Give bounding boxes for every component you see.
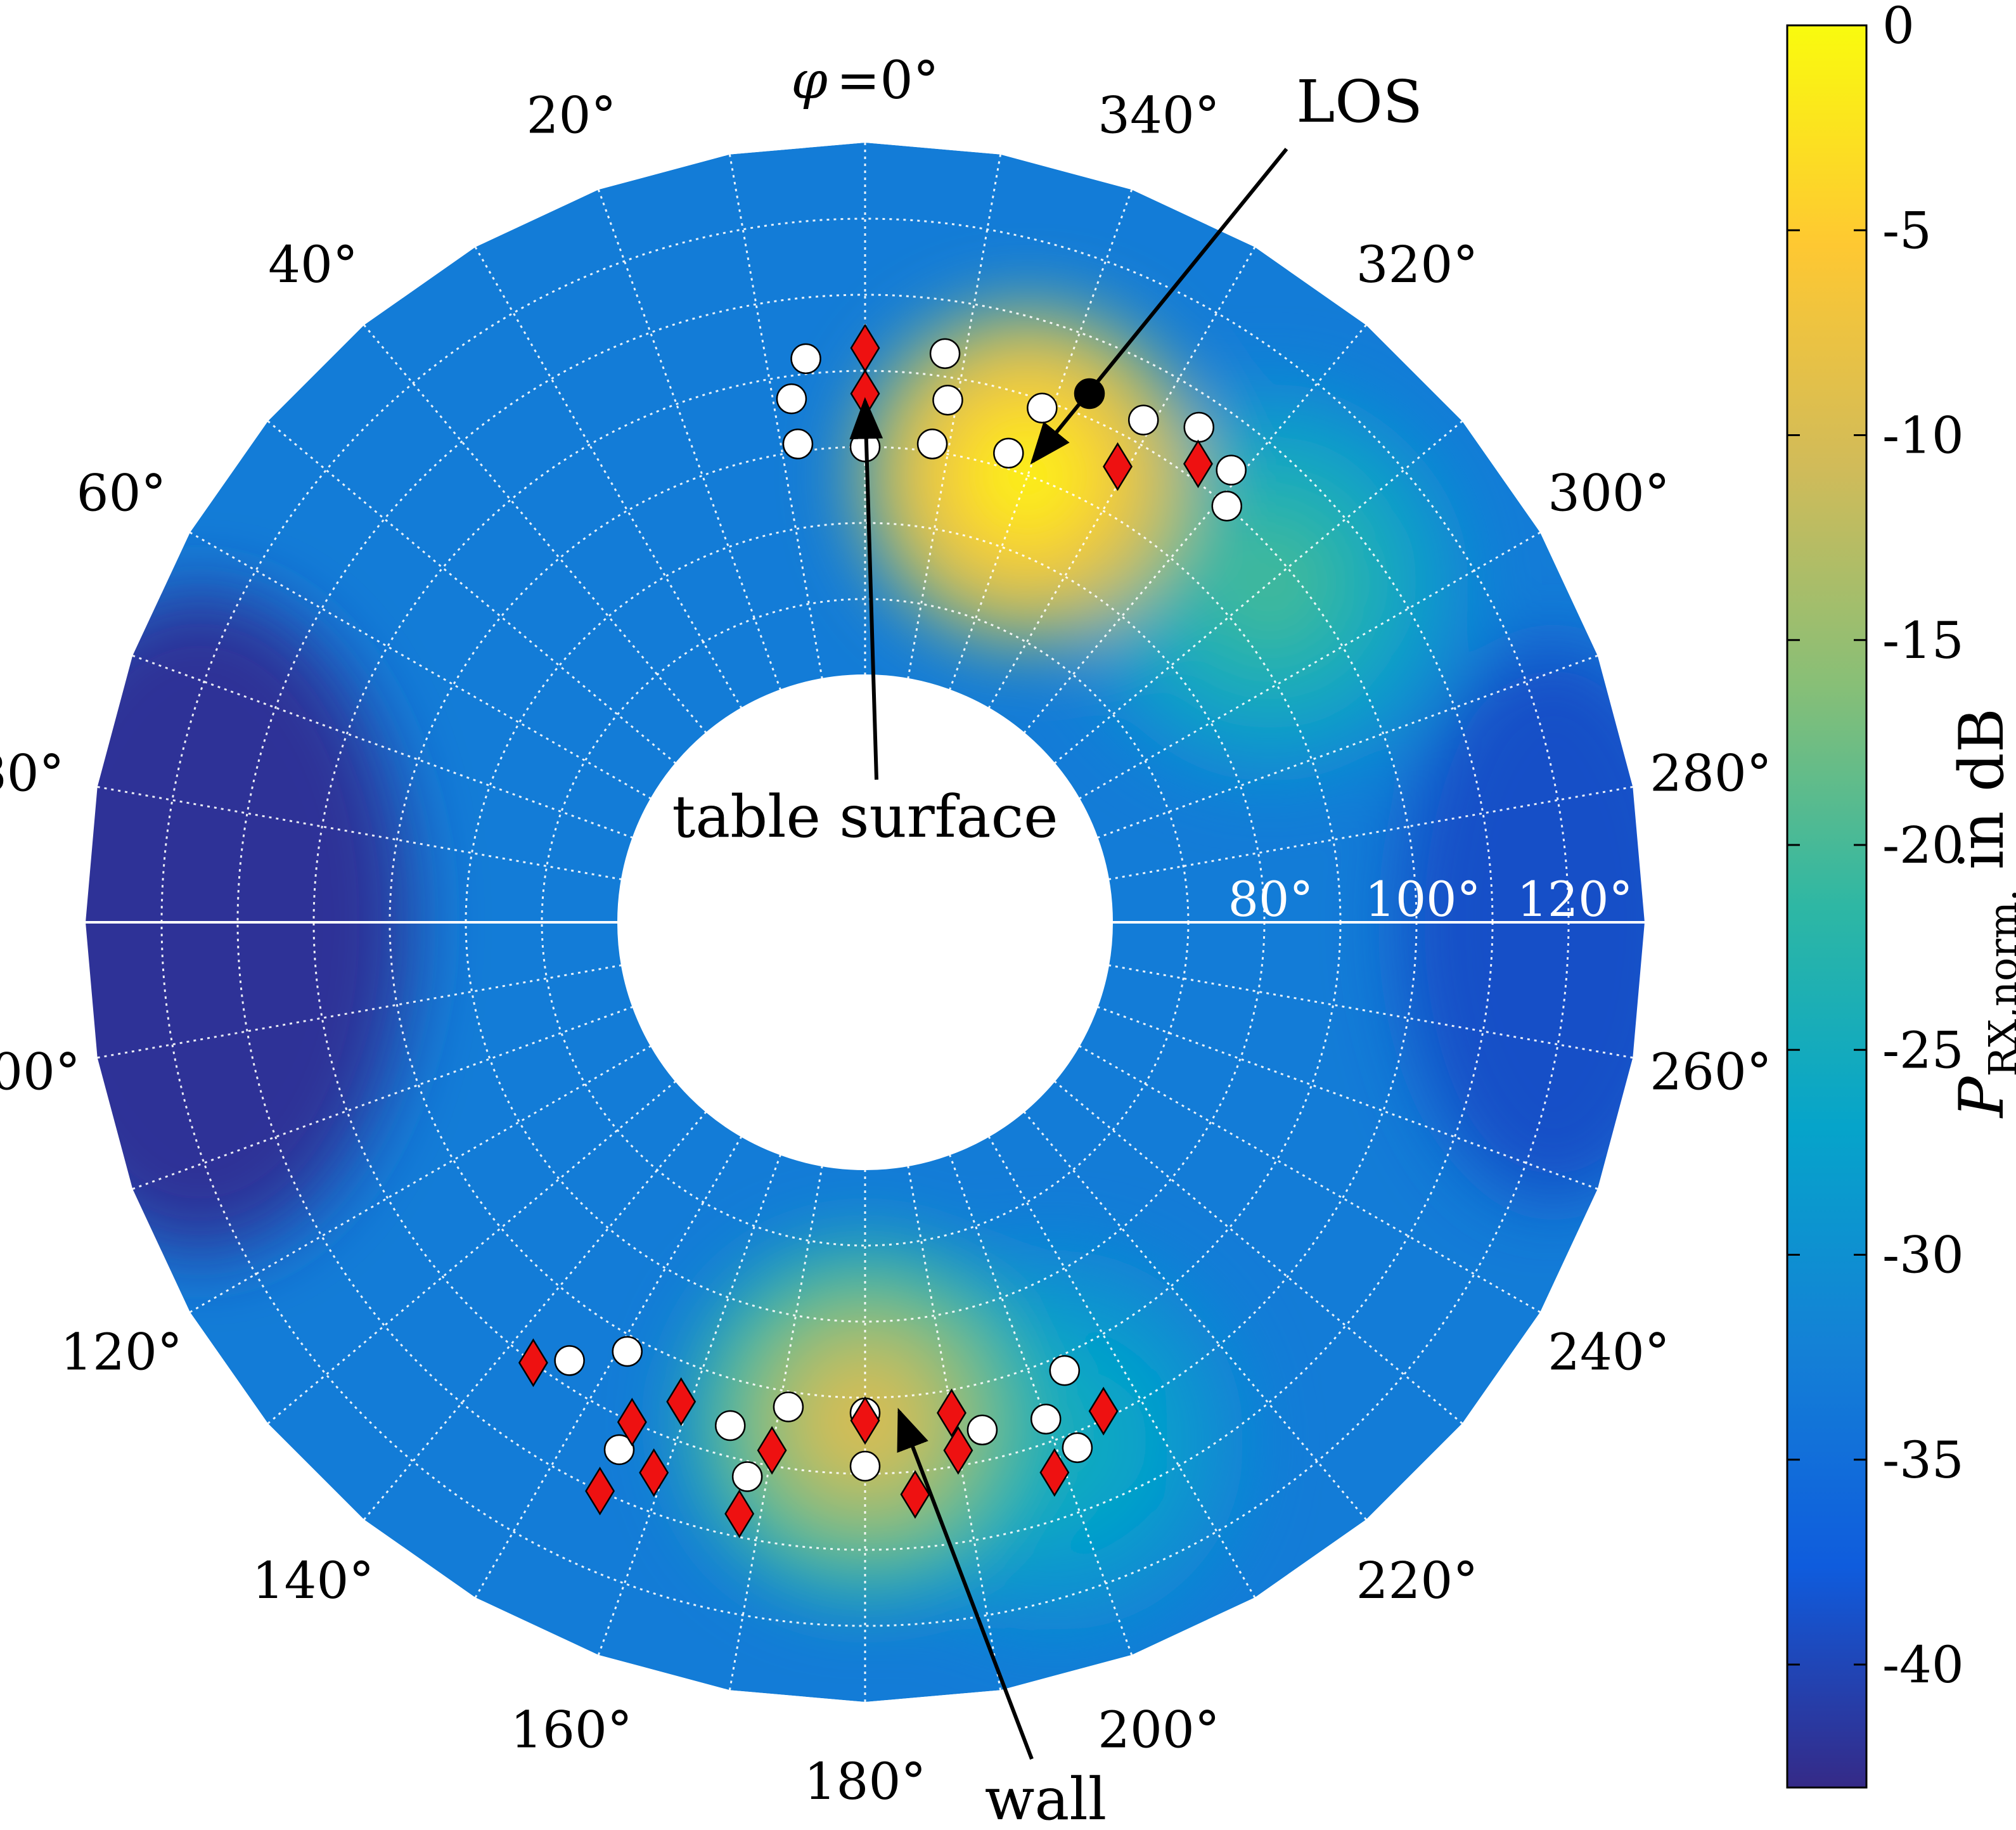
marker-white-circle bbox=[1030, 1403, 1062, 1434]
colorbar-tick-label: -10 bbox=[1882, 406, 1964, 465]
marker-white-circle bbox=[731, 1461, 763, 1492]
annotation-label: wall bbox=[985, 1765, 1107, 1830]
colorbar-label-symbol: P bbox=[1946, 1076, 2016, 1119]
marker-white-circle bbox=[554, 1345, 585, 1376]
colorbar-gradient bbox=[1786, 24, 1868, 1789]
azimuth-tick-label: 40° bbox=[268, 235, 358, 294]
azimuth-tick-label: 120° bbox=[60, 1323, 183, 1382]
colorbar-tick-label: -30 bbox=[1882, 1226, 1964, 1285]
marker-white-circle bbox=[929, 338, 961, 370]
colorbar-label-subscript: RX,norm. bbox=[1980, 889, 2016, 1077]
marker-white-circle bbox=[782, 429, 814, 460]
marker-white-circle bbox=[849, 1450, 881, 1482]
marker-white-circle bbox=[715, 1410, 746, 1441]
azimuth-tick-label: 320° bbox=[1356, 235, 1479, 294]
colorbar-tick-label: -35 bbox=[1882, 1431, 1964, 1490]
colorbar: 0-5-10-15-20-25-30-35-40 PRX,norm. in dB bbox=[1786, 0, 2016, 1789]
azimuth-tick-label: 300° bbox=[1548, 464, 1670, 523]
elevation-tick-label: 100° bbox=[1364, 871, 1480, 927]
azimuth-tick-label: 140° bbox=[252, 1551, 375, 1610]
azimuth-tick-label: 240° bbox=[1548, 1323, 1670, 1382]
annotation-label: table surface bbox=[672, 783, 1058, 851]
colorbar-tick-label: -15 bbox=[1882, 611, 1964, 670]
marker-white-circle bbox=[1049, 1355, 1081, 1386]
marker-white-circle bbox=[916, 429, 948, 460]
colorbar-tick-label: -40 bbox=[1882, 1635, 1964, 1694]
marker-white-circle bbox=[1216, 454, 1247, 486]
marker-white-circle bbox=[1062, 1432, 1093, 1464]
azimuth-tick-label: 80° bbox=[0, 744, 64, 803]
annotation-label: LOS bbox=[1296, 68, 1423, 136]
marker-white-circle bbox=[1127, 404, 1159, 435]
azimuth-tick-label: 160° bbox=[510, 1700, 632, 1759]
colorbar-label-suffix: in dB bbox=[1946, 708, 2016, 889]
marker-white-circle bbox=[612, 1336, 643, 1367]
ring-inner-hole bbox=[617, 674, 1113, 1170]
colorbar-tick-label: -5 bbox=[1882, 201, 1932, 260]
polar-power-heatmap: LOS table surface wall 20° 40° 60° 80° 100° 120… bbox=[0, 0, 2016, 1830]
colorbar-tick-label: 0 bbox=[1882, 0, 1915, 55]
azimuth-tick-label: 60° bbox=[77, 464, 167, 523]
marker-white-circle bbox=[776, 383, 807, 415]
marker-white-circle bbox=[1211, 491, 1243, 522]
azimuth-tick-label: 280° bbox=[1650, 744, 1772, 803]
elevation-tick-label: 80° bbox=[1228, 871, 1314, 927]
azimuth-zero-label: φ =0° bbox=[791, 51, 939, 111]
azimuth-tick-label: 220° bbox=[1356, 1551, 1479, 1610]
marker-white-circle bbox=[1027, 392, 1058, 423]
azimuth-tick-label: 260° bbox=[1650, 1042, 1772, 1101]
marker-white-circle bbox=[790, 343, 821, 375]
azimuth-tick-label: 200° bbox=[1098, 1700, 1220, 1759]
azimuth-symbol: φ bbox=[791, 51, 828, 111]
azimuth-zero-value: =0° bbox=[837, 51, 939, 111]
marker-white-circle bbox=[932, 385, 963, 416]
elevation-tick-labels: 80° 100° 120° bbox=[1228, 871, 1633, 927]
colorbar-tick-label: -25 bbox=[1882, 1021, 1964, 1079]
marker-white-circle bbox=[966, 1414, 998, 1446]
marker-white-circle bbox=[1183, 411, 1215, 443]
azimuth-tick-label: 340° bbox=[1098, 86, 1220, 145]
marker-white-circle bbox=[993, 437, 1024, 469]
marker-white-circle bbox=[773, 1391, 804, 1422]
azimuth-tick-label: 20° bbox=[527, 86, 617, 145]
azimuth-tick-label: 100° bbox=[0, 1042, 80, 1101]
azimuth-tick-label: 180° bbox=[804, 1752, 927, 1811]
elevation-tick-label: 120° bbox=[1517, 871, 1633, 927]
